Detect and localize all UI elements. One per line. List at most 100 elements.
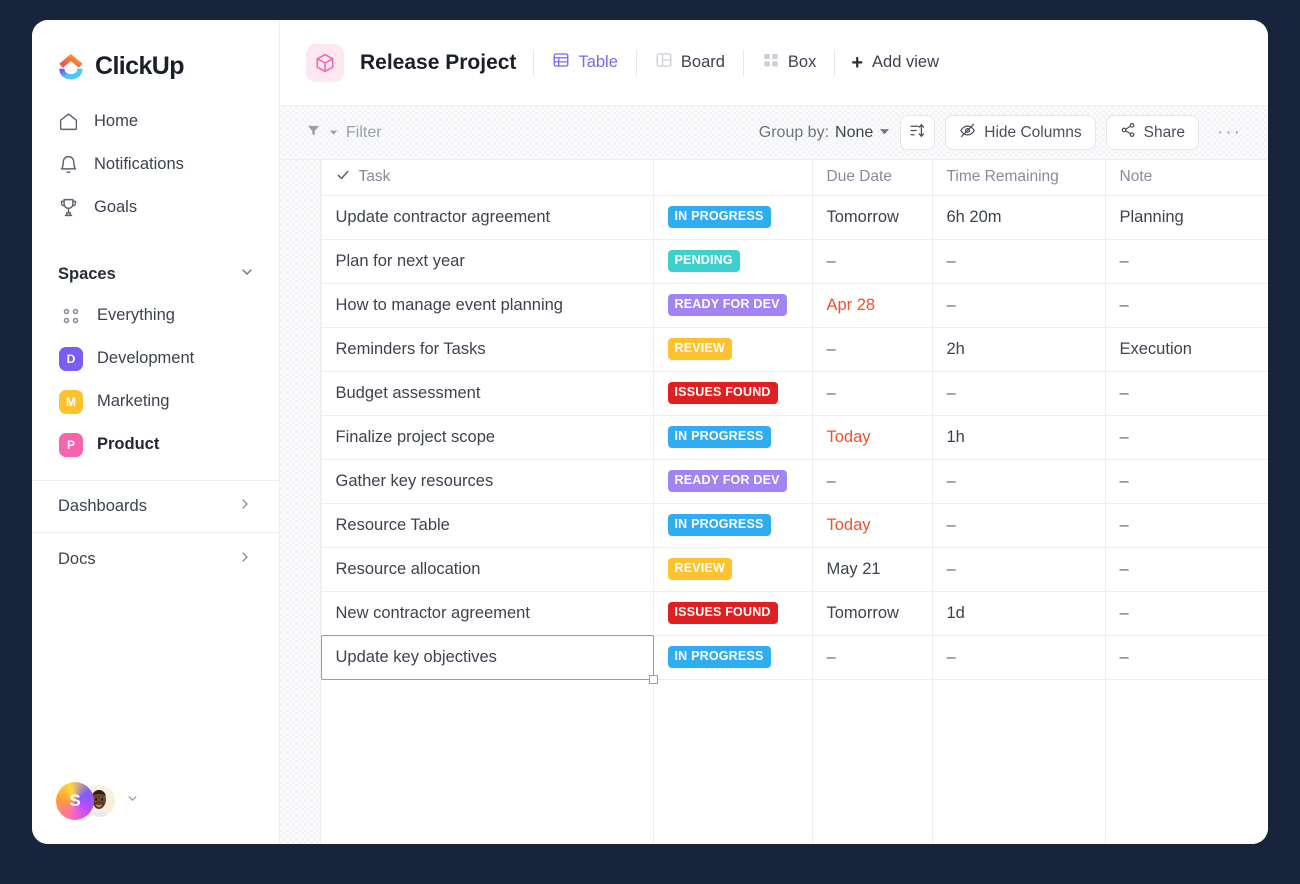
tab-box[interactable]: Box [744, 46, 834, 80]
cell-note[interactable]: Execution [1105, 327, 1268, 371]
spaces-section-header[interactable]: Spaces [32, 254, 279, 294]
cell-status[interactable]: IN PROGRESS [653, 635, 812, 679]
brand-logo[interactable]: ClickUp [32, 20, 279, 86]
cell-time-remaining[interactable]: – [932, 635, 1105, 679]
cell-task[interactable]: Gather key resources [321, 459, 653, 503]
cell-status[interactable]: REVIEW [653, 547, 812, 591]
sidebar-item-development[interactable]: D Development [32, 337, 279, 380]
cell-status[interactable]: ISSUES FOUND [653, 371, 812, 415]
cell-due-date[interactable]: – [812, 371, 932, 415]
cell-status[interactable]: REVIEW [653, 327, 812, 371]
sidebar-item-docs[interactable]: Docs [32, 533, 279, 585]
cell-due-date[interactable]: Tomorrow [812, 591, 932, 635]
cell-note[interactable]: – [1105, 283, 1268, 327]
cell-note[interactable]: Planning [1105, 195, 1268, 239]
cell-due-date[interactable]: Today [812, 415, 932, 459]
column-header-note[interactable]: Note [1105, 160, 1268, 195]
cell-due-date[interactable]: – [812, 459, 932, 503]
chevron-down-icon[interactable] [239, 264, 255, 285]
cell-due-date[interactable]: Apr 28 [812, 283, 932, 327]
caret-down-icon[interactable] [126, 792, 139, 810]
table-row[interactable]: 8Resource TableIN PROGRESSToday–– [280, 503, 1268, 547]
cell-time-remaining[interactable]: 2h [932, 327, 1105, 371]
add-view-button[interactable]: + Add view [835, 53, 955, 73]
table-header-row: # Task Due Date Time Remaining [280, 160, 1268, 195]
box-icon [762, 51, 780, 74]
cell-status[interactable]: ISSUES FOUND [653, 591, 812, 635]
cell-due-date[interactable]: May 21 [812, 547, 932, 591]
cell-status[interactable]: READY FOR DEV [653, 459, 812, 503]
group-by-control[interactable]: Group by: None [759, 124, 891, 142]
cell-time-remaining[interactable]: – [932, 547, 1105, 591]
column-header-time-remaining[interactable]: Time Remaining [932, 160, 1105, 195]
cell-time-remaining[interactable]: – [932, 503, 1105, 547]
cell-note[interactable]: – [1105, 547, 1268, 591]
sidebar-item-dashboards[interactable]: Dashboards [32, 481, 279, 533]
table-row[interactable]: 3How to manage event planningREADY FOR D… [280, 283, 1268, 327]
cell-time-remaining[interactable]: – [932, 371, 1105, 415]
user-menu[interactable]: S [56, 782, 139, 820]
sidebar-item-product[interactable]: P Product [32, 423, 279, 466]
cell-status[interactable]: IN PROGRESS [653, 415, 812, 459]
column-header-task[interactable]: Task [321, 160, 653, 195]
cell-note[interactable]: – [1105, 371, 1268, 415]
column-header-number[interactable]: # [280, 160, 321, 195]
table-view[interactable]: # Task Due Date Time Remaining [280, 160, 1268, 844]
cell-task[interactable]: Finalize project scope [321, 415, 653, 459]
table-row[interactable]: 1Update contractor agreementIN PROGRESST… [280, 195, 1268, 239]
hide-columns-button[interactable]: Hide Columns [945, 115, 1095, 150]
cell-due-date[interactable]: Tomorrow [812, 195, 932, 239]
cell-task[interactable]: Reminders for Tasks [321, 327, 653, 371]
cell-status[interactable]: IN PROGRESS [653, 195, 812, 239]
table-row[interactable]: 5Budget assessmentISSUES FOUND––– [280, 371, 1268, 415]
cell-due-date[interactable]: Today [812, 503, 932, 547]
cell-due-date[interactable]: – [812, 327, 932, 371]
share-button[interactable]: Share [1106, 115, 1199, 150]
cell-time-remaining[interactable]: – [932, 239, 1105, 283]
cell-due-date[interactable]: – [812, 635, 932, 679]
sidebar-item-home[interactable]: Home [32, 100, 279, 143]
cell-task[interactable]: Plan for next year [321, 239, 653, 283]
sidebar-item-everything[interactable]: Everything [32, 294, 279, 337]
cell-time-remaining[interactable]: – [932, 459, 1105, 503]
cell-note[interactable]: – [1105, 591, 1268, 635]
cell-status[interactable]: IN PROGRESS [653, 503, 812, 547]
table-row[interactable]: 9Resource allocationREVIEWMay 21–– [280, 547, 1268, 591]
cell-note[interactable]: – [1105, 459, 1268, 503]
column-header-due-date[interactable]: Due Date [812, 160, 932, 195]
cell-status[interactable]: PENDING [653, 239, 812, 283]
sidebar-item-marketing[interactable]: M Marketing [32, 380, 279, 423]
cell-due-date[interactable]: – [812, 239, 932, 283]
avatar[interactable]: S [56, 782, 94, 820]
cell-time-remaining[interactable]: 1d [932, 591, 1105, 635]
filter-button[interactable]: Filter [306, 123, 382, 143]
cell-task[interactable]: Update key objectives [321, 635, 653, 679]
table-row[interactable]: 7Gather key resourcesREADY FOR DEV––– [280, 459, 1268, 503]
cell-status[interactable]: READY FOR DEV [653, 283, 812, 327]
table-row[interactable]: 4Reminders for TasksREVIEW–2hExecution [280, 327, 1268, 371]
table-row[interactable]: 6Finalize project scopeIN PROGRESSToday1… [280, 415, 1268, 459]
more-options-button[interactable]: ··· [1209, 127, 1248, 138]
cell-note[interactable]: – [1105, 503, 1268, 547]
cell-task[interactable]: Update contractor agreement [321, 195, 653, 239]
cell-time-remaining[interactable]: – [932, 283, 1105, 327]
sort-button[interactable] [900, 115, 935, 150]
cell-note[interactable]: – [1105, 239, 1268, 283]
cell-note[interactable]: – [1105, 635, 1268, 679]
table-row[interactable]: 2Plan for next yearPENDING––– [280, 239, 1268, 283]
cell-note[interactable]: – [1105, 415, 1268, 459]
cell-task[interactable]: New contractor agreement [321, 591, 653, 635]
table-row[interactable]: 10New contractor agreementISSUES FOUNDTo… [280, 591, 1268, 635]
sidebar-item-goals[interactable]: Goals [32, 186, 279, 229]
tab-table[interactable]: Table [534, 46, 635, 80]
sidebar-item-notifications[interactable]: Notifications [32, 143, 279, 186]
cell-task[interactable]: Resource Table [321, 503, 653, 547]
cell-task[interactable]: Budget assessment [321, 371, 653, 415]
cell-task[interactable]: How to manage event planning [321, 283, 653, 327]
cell-task[interactable]: Resource allocation [321, 547, 653, 591]
table-row[interactable]: 11Update key objectivesIN PROGRESS––– [280, 635, 1268, 679]
cell-time-remaining[interactable]: 6h 20m [932, 195, 1105, 239]
cell-time-remaining[interactable]: 1h [932, 415, 1105, 459]
column-header-status[interactable] [653, 160, 812, 195]
tab-board[interactable]: Board [637, 46, 743, 80]
